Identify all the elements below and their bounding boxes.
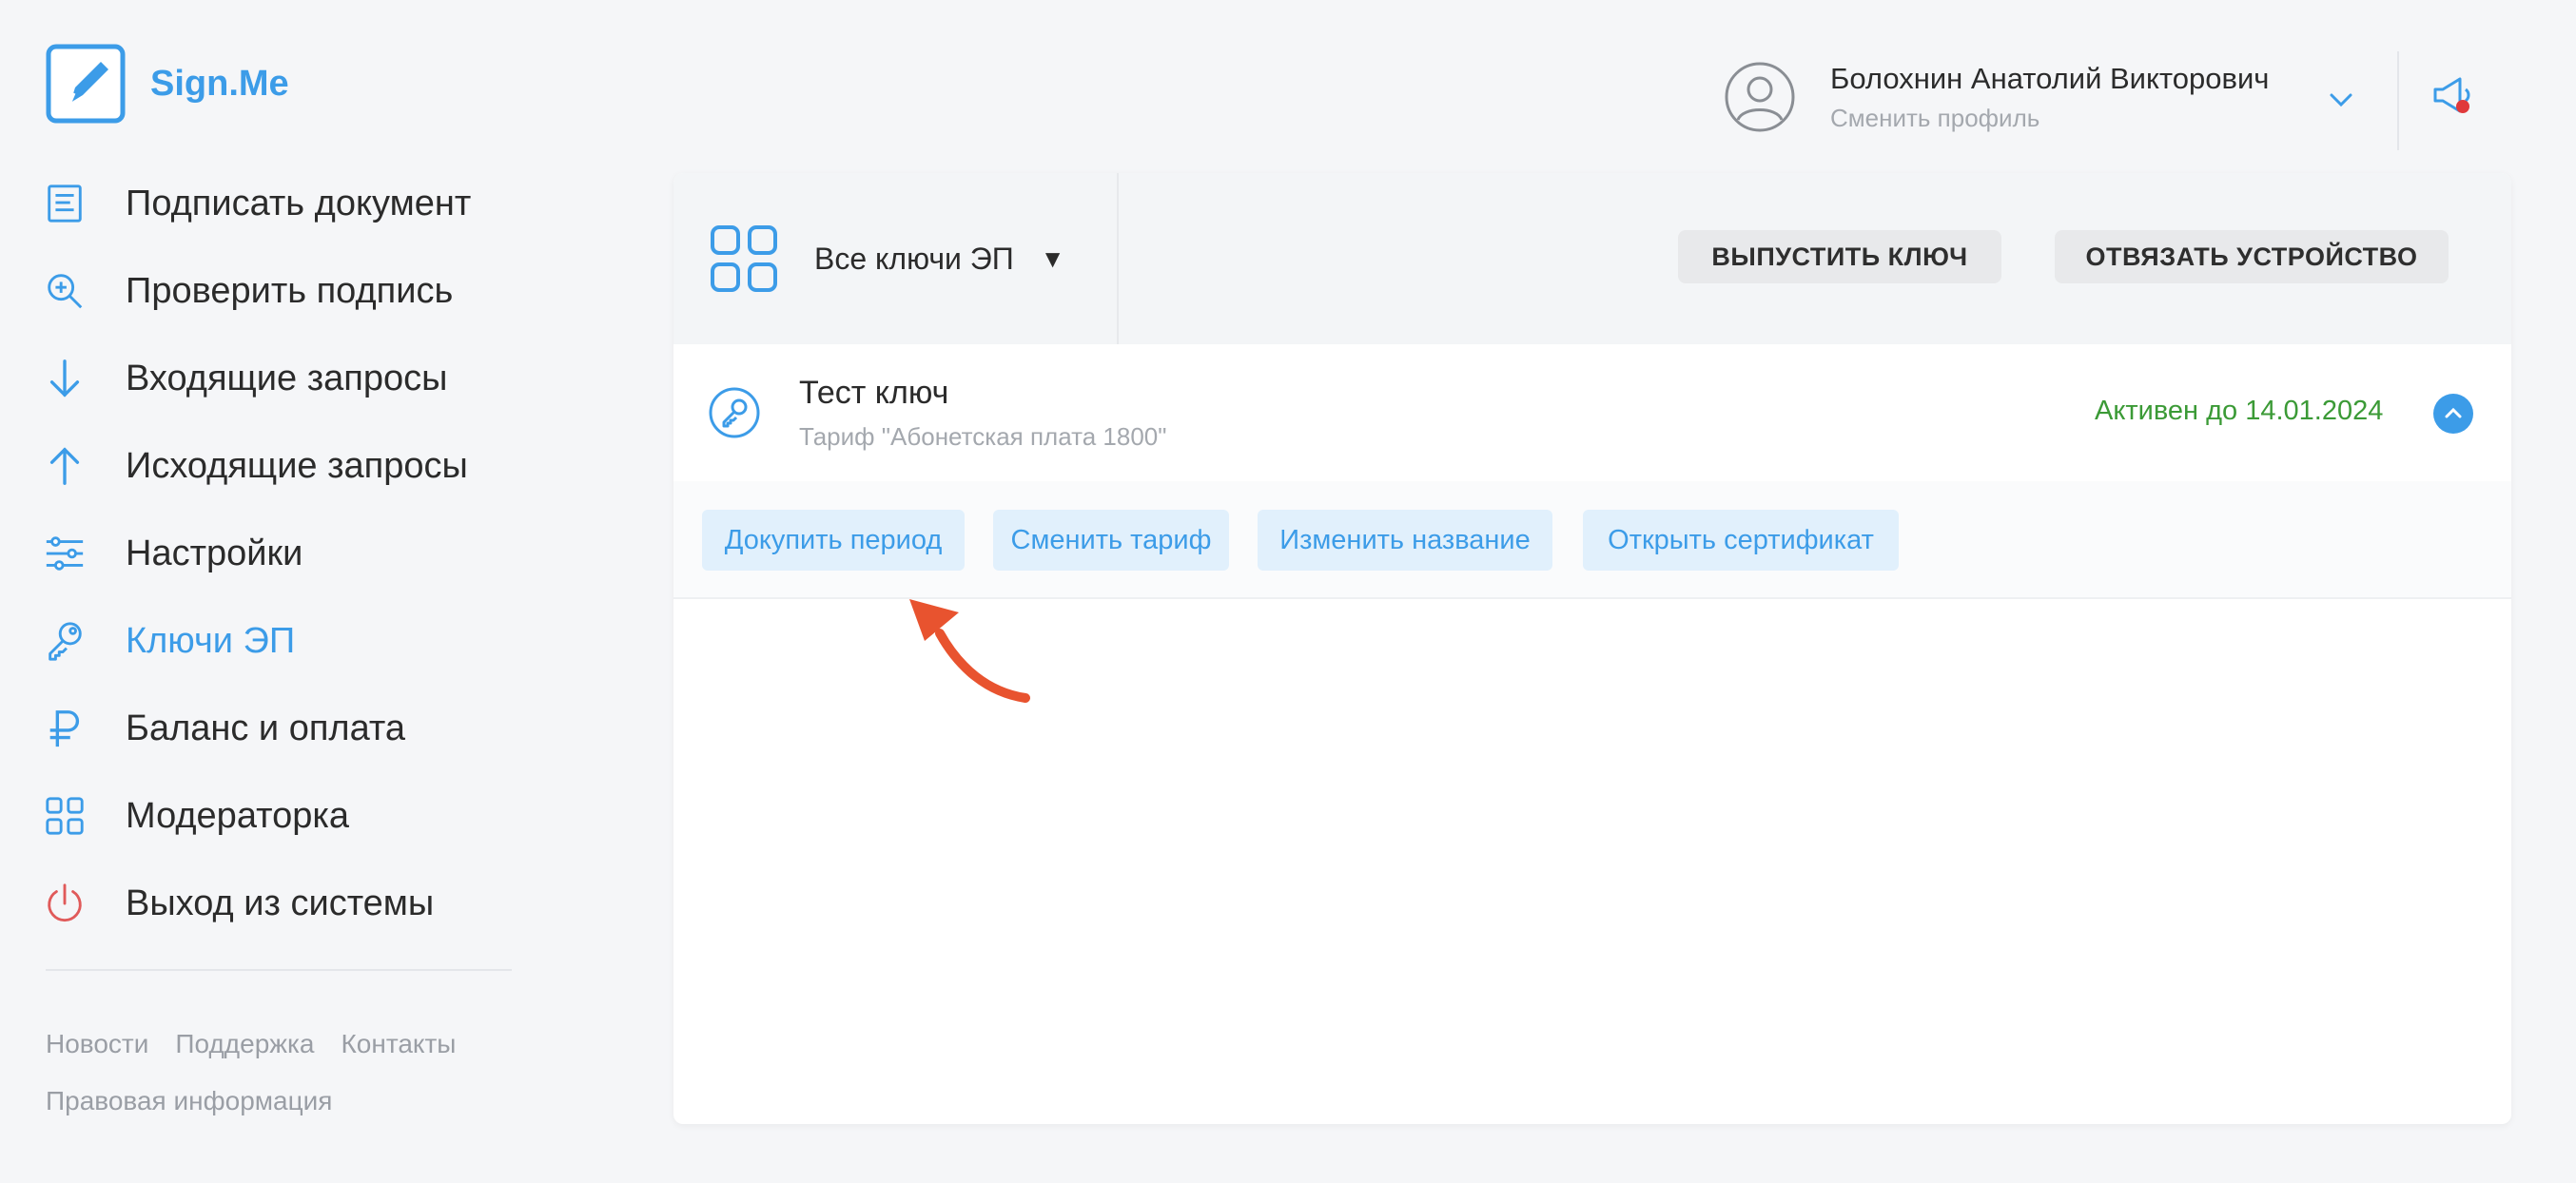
key-icon xyxy=(42,618,88,664)
profile-menu[interactable]: Болохнин Анатолий Викторович Сменить про… xyxy=(1724,61,2269,133)
sidebar-item-verify-signature[interactable]: Проверить подпись xyxy=(42,247,517,335)
filter-label: Все ключи ЭП xyxy=(814,241,1014,276)
sidebar-item-moderation[interactable]: Модераторка xyxy=(42,772,517,860)
sidebar-nav: Подписать документ Проверить подпись Вхо… xyxy=(42,160,517,947)
sliders-icon xyxy=(42,531,88,576)
key-actions: Докупить период Сменить тариф Изменить н… xyxy=(673,481,2511,599)
chevron-down-icon[interactable] xyxy=(2325,84,2357,116)
key-name: Тест ключ xyxy=(799,375,949,411)
header-divider xyxy=(2397,51,2399,150)
power-icon xyxy=(42,881,88,926)
footer-link-legal[interactable]: Правовая информация xyxy=(46,1086,332,1116)
key-tariff: Тариф "Абонетская плата 1800" xyxy=(799,422,1167,451)
footer-link-contacts[interactable]: Контакты xyxy=(341,1029,456,1059)
collapse-button[interactable] xyxy=(2433,394,2473,434)
key-circle-icon xyxy=(709,387,760,438)
arrow-up-icon xyxy=(42,443,88,489)
sidebar-item-logout[interactable]: Выход из системы xyxy=(42,860,517,947)
sidebar-item-incoming[interactable]: Входящие запросы xyxy=(42,335,517,422)
footer-link-news[interactable]: Новости xyxy=(46,1029,148,1059)
sidebar-item-settings[interactable]: Настройки xyxy=(42,510,517,597)
ruble-icon xyxy=(42,706,88,751)
key-status: Активен до 14.01.2024 xyxy=(2095,396,2384,426)
unbind-device-button[interactable]: ОТВЯЗАТЬ УСТРОЙСТВО xyxy=(2055,230,2449,283)
issue-key-button[interactable]: ВЫПУСТИТЬ КЛЮЧ xyxy=(1678,230,2001,283)
logo-text: Sign.Me xyxy=(150,63,289,104)
sidebar-divider xyxy=(46,969,512,971)
megaphone-icon[interactable] xyxy=(2428,70,2477,120)
sidebar-item-balance[interactable]: Баланс и оплата xyxy=(42,685,517,772)
annotation-arrow-icon xyxy=(909,599,1030,703)
sidebar-item-label: Исходящие запросы xyxy=(126,445,468,486)
document-icon xyxy=(42,181,88,226)
switch-profile-link[interactable]: Сменить профиль xyxy=(1830,104,2269,133)
footer-link-support[interactable]: Поддержка xyxy=(175,1029,314,1059)
sidebar-item-label: Баланс и оплата xyxy=(126,708,405,748)
sidebar-item-label: Ключи ЭП xyxy=(126,620,296,661)
key-row[interactable]: Тест ключ Тариф "Абонетская плата 1800" … xyxy=(673,344,2511,483)
sidebar-item-outgoing[interactable]: Исходящие запросы xyxy=(42,422,517,510)
toolbar: Все ключи ЭП ▼ ВЫПУСТИТЬ КЛЮЧ ОТВЯЗАТЬ У… xyxy=(673,173,2511,344)
profile-text: Болохнин Анатолий Викторович Сменить про… xyxy=(1830,62,2269,133)
rename-button[interactable]: Изменить название xyxy=(1258,510,1552,571)
sidebar-item-sign-document[interactable]: Подписать документ xyxy=(42,160,517,247)
grid-icon xyxy=(711,225,777,292)
footer-links: Новости Поддержка Контакты Правовая инфо… xyxy=(46,1016,456,1130)
caret-down-icon: ▼ xyxy=(1040,243,1065,273)
zoom-in-icon xyxy=(42,268,88,314)
logo[interactable]: Sign.Me xyxy=(46,44,289,124)
sidebar-item-label: Настройки xyxy=(126,533,303,573)
chevron-up-icon xyxy=(2445,407,2462,418)
sidebar-item-label: Выход из системы xyxy=(126,882,435,923)
logo-pen-icon xyxy=(46,44,126,124)
buy-period-button[interactable]: Докупить период xyxy=(702,510,965,571)
change-tariff-button[interactable]: Сменить тариф xyxy=(993,510,1229,571)
arrow-down-icon xyxy=(42,356,88,401)
sidebar-item-keys[interactable]: Ключи ЭП xyxy=(42,597,517,685)
sidebar-item-label: Входящие запросы xyxy=(126,358,448,398)
avatar-icon xyxy=(1725,62,1795,132)
open-certificate-button[interactable]: Открыть сертификат xyxy=(1583,510,1899,571)
sidebar-item-label: Проверить подпись xyxy=(126,270,454,311)
sidebar-item-label: Модераторка xyxy=(126,795,349,836)
profile-name: Болохнин Анатолий Викторович xyxy=(1830,61,2270,95)
grid-icon xyxy=(42,793,88,839)
keys-filter-dropdown[interactable]: Все ключи ЭП ▼ xyxy=(673,173,1119,344)
sidebar-item-label: Подписать документ xyxy=(126,183,472,223)
